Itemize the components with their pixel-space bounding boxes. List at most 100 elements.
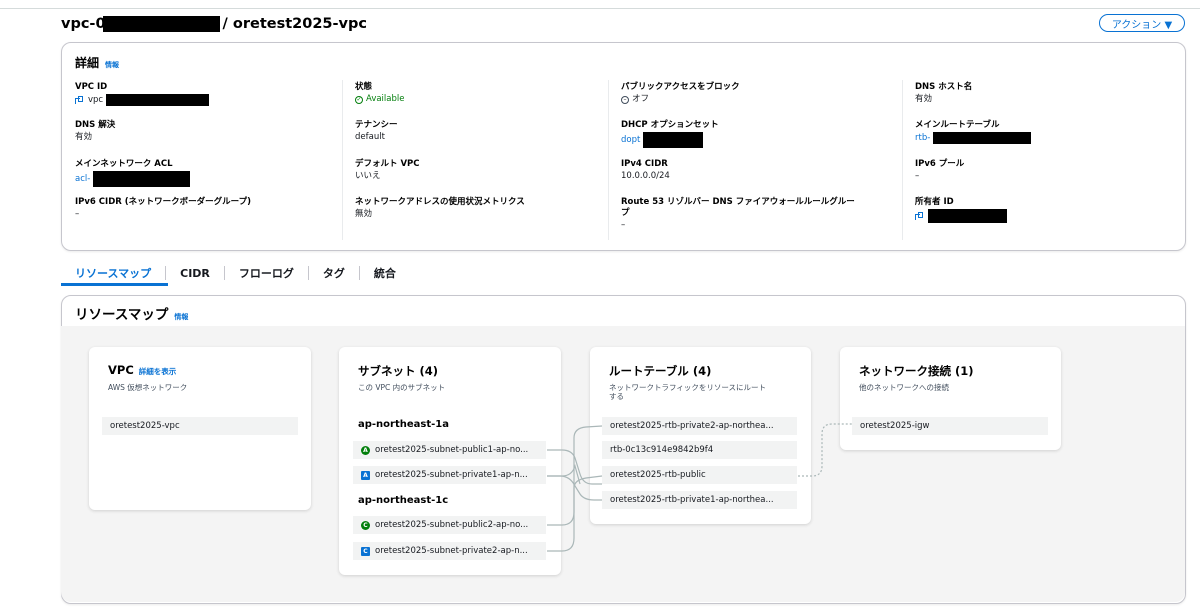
private-subnet-icon: A (361, 470, 370, 480)
route53-label-line1: Route 53 リゾルバー DNS ファイアウォールルールグルー (621, 197, 855, 207)
resource-map-title: リソースマップ (75, 307, 169, 323)
route-table-item[interactable]: rtb-0c13c914e9842b9f4 (602, 441, 797, 459)
main-rtb-label: メインルートテーブル (915, 120, 1000, 130)
subnets-card: サブネット (4) この VPC 内のサブネット ap-northeast-1a… (339, 347, 561, 575)
main-rtb-link[interactable]: rtb- (915, 133, 930, 144)
main-acl-link[interactable]: acl- (75, 174, 90, 185)
field-address-usage: ネットワークアドレスの使用状況メトリクス 無効 (355, 197, 525, 220)
address-usage-label: ネットワークアドレスの使用状況メトリクス (355, 197, 525, 207)
route53-value: – (621, 220, 626, 230)
field-ipv6-cidr: IPv6 CIDR (ネットワークボーダーグループ) – (75, 197, 251, 220)
column-divider (608, 80, 609, 240)
block-public-value: オフ (632, 94, 650, 104)
igw-item[interactable]: oretest2025-igw (852, 417, 1048, 435)
tab-integrations[interactable]: 統合 (360, 262, 410, 284)
subnet-label: oretest2025-subnet-private2-ap-n... (375, 546, 528, 556)
dhcp-label: DHCP オプションセット (621, 120, 719, 130)
view-details-link[interactable]: 詳細を表示 (139, 366, 177, 377)
tab-cidr[interactable]: CIDR (166, 262, 224, 284)
resource-map-heading: リソースマップ 情報 (75, 303, 188, 323)
actions-button[interactable]: アクション ▼ (1099, 14, 1185, 32)
state-value: Available (366, 94, 405, 104)
active-tab-indicator (61, 283, 168, 286)
vpc-item[interactable]: oretest2025-vpc (102, 417, 298, 435)
field-main-acl: メインネットワーク ACL acl- (75, 159, 191, 187)
tab-flow-logs[interactable]: フローログ (225, 262, 308, 284)
redacted-value (93, 171, 191, 187)
vpc-id-value: vpc (88, 94, 104, 105)
tenancy-value: default (355, 132, 385, 142)
tab-tags[interactable]: タグ (309, 262, 359, 284)
subnet-item[interactable]: Coretest2025-subnet-public2-ap-no... (353, 516, 546, 534)
subnet-label: oretest2025-subnet-private1-ap-n... (375, 470, 528, 480)
route-table-item[interactable]: oretest2025-rtb-private2-ap-northea... (602, 417, 797, 435)
subnet-item[interactable]: Aoretest2025-subnet-public1-ap-no... (353, 441, 546, 459)
ipv6-cidr-value: – (75, 209, 80, 219)
redacted-value (933, 132, 1032, 144)
check-circle-icon: ✓ (355, 95, 363, 104)
vpc-id-label: VPC ID (75, 82, 108, 92)
subnet-label: oretest2025-subnet-public1-ap-no... (375, 445, 529, 455)
default-vpc-label: デフォルト VPC (355, 159, 420, 169)
field-vpc-id: VPC ID vpc (75, 82, 210, 106)
ipv6-pool-value: – (915, 171, 920, 181)
column-divider (342, 80, 343, 240)
public-subnet-icon: A (361, 445, 370, 455)
field-route53-firewall: Route 53 リゾルバー DNS ファイアウォールルールグルー プ – (621, 197, 855, 231)
redacted-value (106, 94, 210, 106)
subnet-label: oretest2025-subnet-public2-ap-no... (375, 520, 529, 530)
minus-circle-icon: – (621, 95, 629, 104)
dns-hostnames-value: 有効 (915, 94, 933, 104)
field-dns-resolution: DNS 解決 有効 (75, 120, 115, 143)
network-card-subtitle: 他のネットワークへの接続 (859, 383, 949, 392)
copy-icon[interactable] (75, 95, 83, 105)
field-block-public: パブリックアクセスをブロック – オフ (621, 82, 740, 105)
vpc-card: VPC 詳細を表示 AWS 仮想ネットワーク oretest2025-vpc (89, 347, 311, 510)
subnet-item[interactable]: Coretest2025-subnet-private2-ap-n... (353, 542, 546, 560)
subnet-item[interactable]: Aoretest2025-subnet-private1-ap-n... (353, 466, 546, 484)
tab-bar: リソースマップ CIDR フローログ タグ 統合 (61, 262, 410, 284)
route-tables-subtitle-line1: ネットワークトラフィックをリソースにルート (609, 383, 766, 392)
vpc-card-title: VPC (108, 363, 134, 377)
title-prefix: vpc-0 (61, 16, 106, 32)
dhcp-link[interactable]: dopt (621, 135, 640, 146)
field-default-vpc: デフォルト VPC いいえ (355, 159, 420, 182)
route-tables-card: ルートテーブル (4) ネットワークトラフィックをリソースにルート する oret… (590, 347, 811, 524)
field-ipv4-cidr: IPv4 CIDR 10.0.0.0/24 (621, 159, 670, 182)
route-table-item[interactable]: oretest2025-rtb-public (602, 466, 797, 484)
default-vpc-value: いいえ (355, 171, 381, 181)
page-title: vpc-0 / oretest2025-vpc (61, 16, 367, 32)
field-main-rtb: メインルートテーブル rtb- (915, 120, 1032, 144)
ipv6-pool-label: IPv6 プール (915, 159, 965, 169)
resource-map-info-link[interactable]: 情報 (174, 312, 188, 322)
field-ipv6-pool: IPv6 プール – (915, 159, 964, 182)
redacted-value (928, 209, 1007, 223)
field-dns-hostnames: DNS ホスト名 有効 (915, 82, 972, 105)
field-dhcp: DHCP オプションセット dopt (621, 120, 719, 148)
route53-label-line2: プ (621, 208, 630, 218)
network-card-title: ネットワーク接続 (1) (859, 364, 974, 378)
vpc-card-subtitle: AWS 仮想ネットワーク (108, 383, 188, 392)
redacted-vpc-id (102, 16, 220, 32)
subnets-card-subtitle: この VPC 内のサブネット (358, 383, 446, 392)
title-suffix: / oretest2025-vpc (222, 16, 367, 32)
ipv4-cidr-label: IPv4 CIDR (621, 159, 668, 169)
private-subnet-icon: C (361, 546, 370, 556)
tab-resource-map[interactable]: リソースマップ (61, 262, 165, 284)
details-info-link[interactable]: 情報 (105, 60, 119, 70)
dns-resolution-label: DNS 解決 (75, 120, 116, 130)
field-owner-id: 所有者 ID (915, 197, 1007, 223)
dns-hostnames-label: DNS ホスト名 (915, 82, 973, 92)
address-usage-value: 無効 (355, 209, 373, 219)
block-public-label: パブリックアクセスをブロック (621, 82, 740, 92)
details-heading: 詳細 情報 (75, 54, 119, 71)
column-divider (902, 80, 903, 240)
vpc-item-label: oretest2025-vpc (110, 421, 180, 431)
subnets-card-title: サブネット (4) (358, 364, 439, 378)
copy-icon[interactable] (915, 211, 923, 221)
actions-label: アクション ▼ (1111, 19, 1173, 31)
top-divider (0, 8, 1200, 9)
details-title: 詳細 (75, 56, 100, 70)
state-label: 状態 (355, 82, 373, 92)
route-table-item[interactable]: oretest2025-rtb-private1-ap-northea... (602, 491, 797, 509)
